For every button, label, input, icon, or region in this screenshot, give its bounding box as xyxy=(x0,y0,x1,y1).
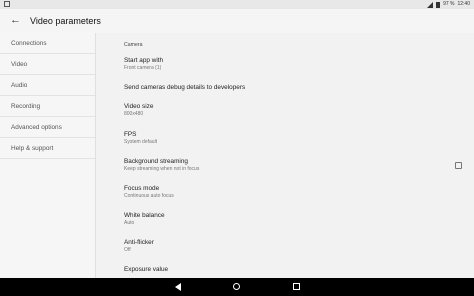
recents-square-icon[interactable] xyxy=(293,283,300,290)
pref-summary: Auto xyxy=(124,220,135,226)
pref-white-balance[interactable]: White balance Auto xyxy=(124,212,454,227)
pref-anti-flicker[interactable]: Anti-flicker Off xyxy=(124,239,454,254)
pref-video-size[interactable]: Video size 800x480 xyxy=(124,103,454,118)
pref-summary: Keep streaming when not in focus xyxy=(124,166,200,172)
signal-icon xyxy=(427,1,434,8)
pref-title: Start app with xyxy=(124,57,164,64)
sidebar-item-connections[interactable]: Connections xyxy=(0,33,95,54)
sidebar: Connections Video Audio Recording Advanc… xyxy=(0,33,96,278)
pref-start-app-with[interactable]: Start app with Front camera (1) xyxy=(124,57,454,72)
battery-percent: 97 % xyxy=(443,1,455,7)
status-bar: 97 % 12:40 xyxy=(0,0,474,9)
sidebar-item-audio[interactable]: Audio xyxy=(0,75,95,96)
pref-title: Anti-flicker xyxy=(124,239,154,246)
pref-summary: 800x480 xyxy=(124,111,144,117)
pref-title: Video size xyxy=(124,103,154,110)
notification-icon xyxy=(4,1,10,7)
home-circle-icon[interactable] xyxy=(233,283,240,290)
pref-summary: Continuous auto focus xyxy=(124,193,174,199)
pref-summary: System default xyxy=(124,139,158,145)
background-streaming-checkbox[interactable] xyxy=(455,162,462,169)
pref-title: Background streaming xyxy=(124,158,188,165)
pref-exposure-value[interactable]: Exposure value xyxy=(124,266,454,274)
battery-icon xyxy=(436,1,441,8)
pref-focus-mode[interactable]: Focus mode Continuous auto focus xyxy=(124,185,454,200)
arrow-back-icon[interactable]: ← xyxy=(10,14,22,26)
sidebar-item-video[interactable]: Video xyxy=(0,54,95,75)
pref-background-streaming[interactable]: Background streaming Keep streaming when… xyxy=(124,158,454,173)
status-right: 97 % 12:40 xyxy=(427,1,470,8)
navigation-bar xyxy=(0,278,474,296)
pref-summary: Front camera (1) xyxy=(124,65,162,71)
pref-send-debug-details[interactable]: Send cameras debug details to developers xyxy=(124,84,454,92)
clock: 12:40 xyxy=(457,1,470,7)
app-bar: ← Video parameters xyxy=(0,9,474,33)
section-header-camera: Camera xyxy=(124,42,143,48)
pref-title: White balance xyxy=(124,212,165,219)
sidebar-item-recording[interactable]: Recording xyxy=(0,96,95,117)
pref-title: Focus mode xyxy=(124,185,160,192)
sidebar-item-help-support[interactable]: Help & support xyxy=(0,138,95,159)
pref-title: Send cameras debug details to developers xyxy=(124,84,246,91)
back-triangle-icon[interactable] xyxy=(175,283,181,291)
pref-summary: Off xyxy=(124,247,131,253)
pref-title: Exposure value xyxy=(124,266,169,273)
pref-fps[interactable]: FPS System default xyxy=(124,131,454,146)
page-title: Video parameters xyxy=(30,16,101,26)
settings-content: Camera Start app with Front camera (1) S… xyxy=(96,33,474,278)
sidebar-item-advanced-options[interactable]: Advanced options xyxy=(0,117,95,138)
pref-title: FPS xyxy=(124,131,137,138)
